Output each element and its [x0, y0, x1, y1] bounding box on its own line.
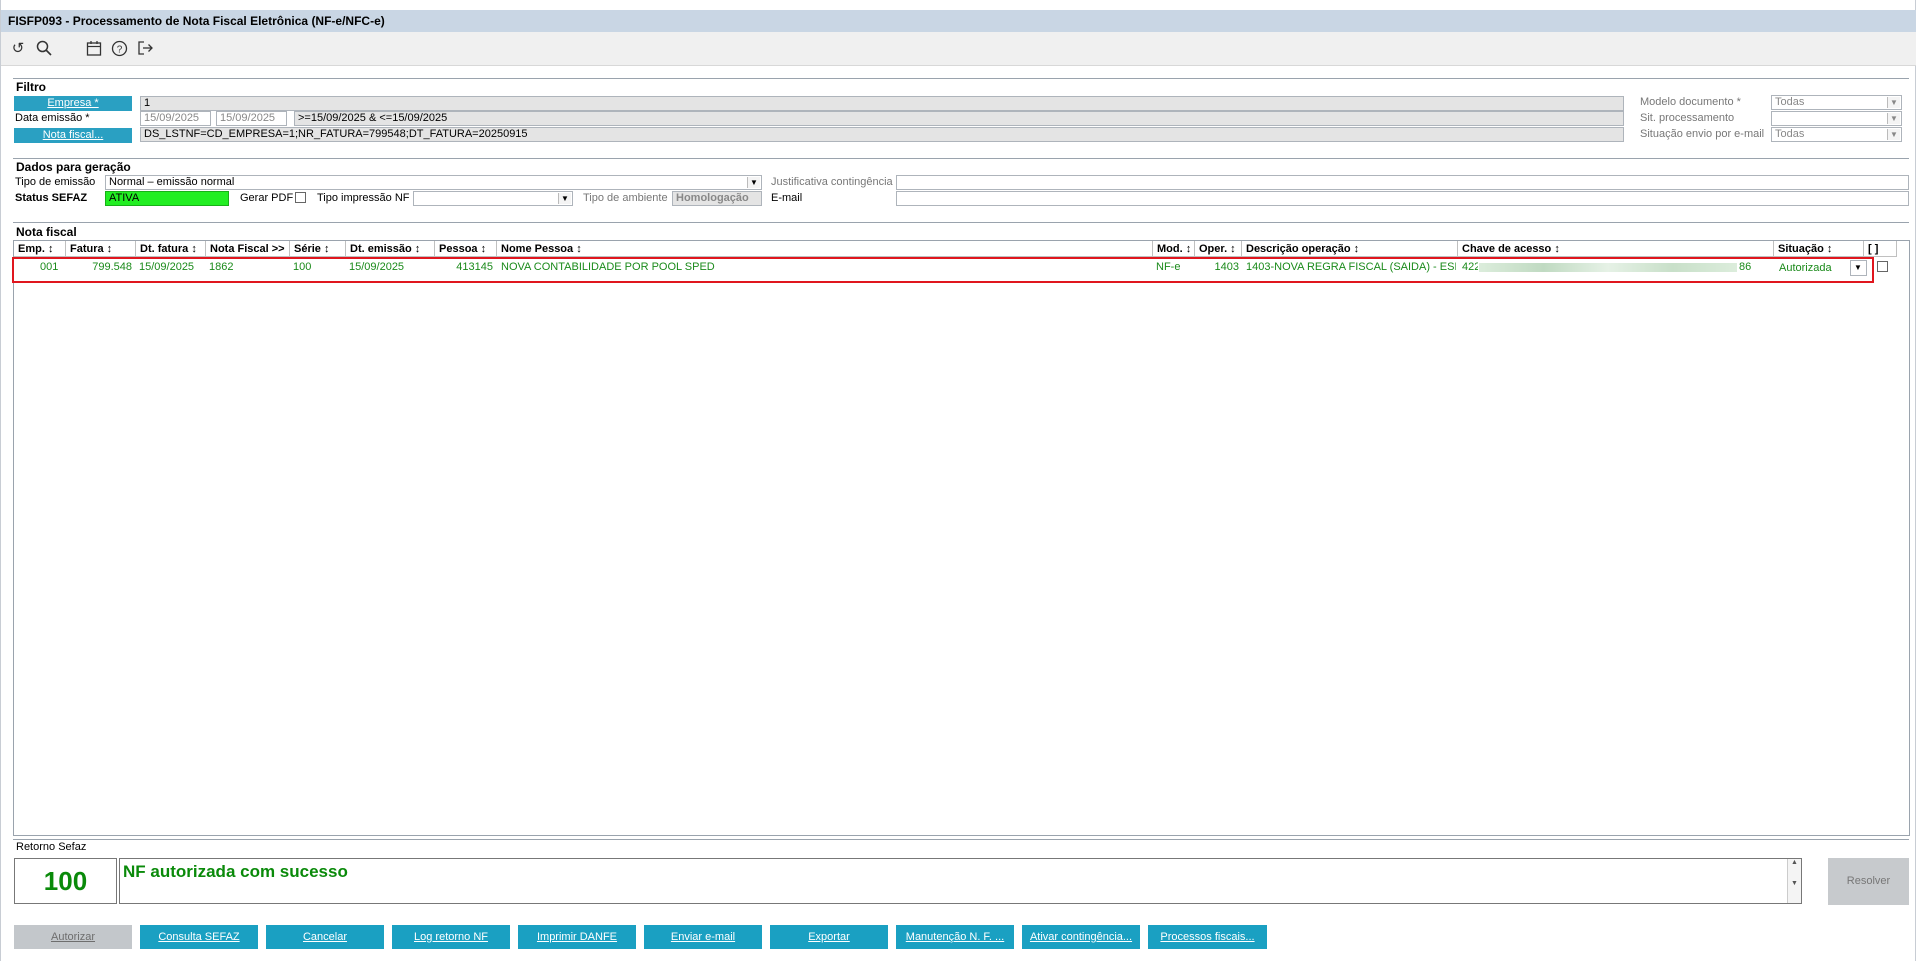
retorno-message: NF autorizada com sucesso — [123, 862, 348, 881]
column-header-select[interactable]: [ ] — [1864, 241, 1897, 257]
column-header-chave[interactable]: Chave de acesso ↕ — [1458, 241, 1774, 257]
app-window: FISFP093 - Processamento de Nota Fiscal … — [0, 0, 1916, 961]
tipo-emissao-select[interactable]: Normal – emissão normal ▼ — [105, 175, 762, 190]
geracao-divider — [13, 158, 1909, 159]
tipo-impressao-select[interactable]: ▼ — [413, 191, 573, 206]
filtro-title: Filtro — [16, 80, 46, 94]
cancelar-button[interactable]: Cancelar — [266, 925, 384, 949]
column-header-descricao[interactable]: Descrição operação ↕ — [1242, 241, 1458, 257]
filtro-divider — [13, 78, 1909, 79]
enviar-email-button[interactable]: Enviar e-mail — [644, 925, 762, 949]
gerar-pdf-label: Gerar PDF — [240, 192, 294, 204]
toolbar: ↺ ? — [1, 32, 1916, 66]
column-header-pessoa[interactable]: Pessoa ↕ — [435, 241, 497, 257]
geracao-title: Dados para geração — [16, 160, 131, 174]
data-emissao-label: Data emissão * — [15, 112, 90, 124]
column-header-nome-pessoa[interactable]: Nome Pessoa ↕ — [497, 241, 1153, 257]
sit-email-select[interactable]: Todas ▼ — [1771, 127, 1902, 142]
sit-processamento-label: Sit. processamento — [1640, 112, 1735, 124]
exportar-button[interactable]: Exportar — [770, 925, 888, 949]
column-header-dt-emissao[interactable]: Dt. emissão ↕ — [346, 241, 435, 257]
chevron-down-icon[interactable]: ▼ — [1887, 113, 1900, 124]
nota-divider — [13, 222, 1909, 223]
status-sefaz-badge: ATIVA — [105, 191, 229, 206]
ativar-contingencia-button[interactable]: Ativar contingência... — [1022, 925, 1140, 949]
modelo-documento-label: Modelo documento * — [1640, 96, 1741, 108]
processos-fiscais-button[interactable]: Processos fiscais... — [1148, 925, 1267, 949]
manutencao-nf-button[interactable]: Manutenção N. F. ... — [896, 925, 1014, 949]
retorno-code: 100 — [14, 858, 117, 904]
log-retorno-nf-button[interactable]: Log retorno NF — [392, 925, 510, 949]
retorno-divider — [13, 839, 1909, 840]
calendar-icon[interactable] — [85, 40, 103, 58]
nota-fiscal-filter-field[interactable]: DS_LSTNF=CD_EMPRESA=1;NR_FATURA=799548;D… — [140, 127, 1624, 142]
modelo-documento-select[interactable]: Todas ▼ — [1771, 95, 1902, 110]
tipo-emissao-value: Normal – emissão normal — [109, 176, 235, 188]
exit-icon[interactable] — [136, 40, 154, 58]
column-header-oper[interactable]: Oper. ↕ — [1195, 241, 1242, 257]
nota-title: Nota fiscal — [16, 225, 77, 239]
modelo-documento-value: Todas — [1775, 96, 1805, 108]
column-header-dt-fatura[interactable]: Dt. fatura ↕ — [136, 241, 206, 257]
empresa-lookup-button[interactable]: Empresa * — [14, 96, 132, 111]
status-sefaz-label: Status SEFAZ — [15, 192, 88, 204]
svg-text:?: ? — [116, 45, 122, 56]
justificativa-label: Justificativa contingência — [771, 176, 893, 188]
undo-icon[interactable]: ↺ — [9, 40, 27, 58]
retorno-title: Retorno Sefaz — [16, 841, 87, 853]
autorizar-button[interactable]: Autorizar — [14, 925, 132, 949]
data-expressao-field[interactable]: >=15/09/2025 & <=15/09/2025 — [294, 111, 1624, 126]
tipo-ambiente-label: Tipo de ambiente — [583, 192, 668, 204]
resolver-button[interactable]: Resolver — [1828, 858, 1909, 905]
chevron-down-icon[interactable]: ▼ — [558, 193, 571, 204]
sit-processamento-select[interactable]: ▼ — [1771, 111, 1902, 126]
retorno-message-box: NF autorizada com sucesso ▲ ▼ — [119, 858, 1802, 904]
column-header-serie[interactable]: Série ↕ — [290, 241, 346, 257]
nota-fiscal-lookup-button[interactable]: Nota fiscal... — [14, 128, 132, 143]
chevron-down-icon[interactable]: ▼ — [1887, 97, 1900, 108]
data-fim-field[interactable]: 15/09/2025 — [216, 111, 287, 126]
sit-email-value: Todas — [1775, 128, 1805, 140]
column-header-mod[interactable]: Mod. ↕ — [1153, 241, 1195, 257]
gerar-pdf-checkbox[interactable] — [295, 192, 306, 203]
consulta-sefaz-button[interactable]: Consulta SEFAZ — [140, 925, 258, 949]
chevron-down-icon[interactable]: ▼ — [747, 177, 760, 188]
imprimir-danfe-button[interactable]: Imprimir DANFE — [518, 925, 636, 949]
column-header-nota-fiscal[interactable]: Nota Fiscal >> — [206, 241, 290, 257]
sit-email-label: Situação envio por e-mail — [1640, 128, 1765, 140]
search-icon[interactable] — [35, 40, 53, 58]
tipo-impressao-label: Tipo impressão NF — [317, 192, 410, 204]
tipo-ambiente-field: Homologação — [672, 191, 762, 206]
justificativa-input[interactable] — [896, 175, 1909, 190]
chevron-down-icon[interactable]: ▼ — [1887, 129, 1900, 140]
selected-row-highlight — [12, 257, 1874, 283]
data-inicio-field[interactable]: 15/09/2025 — [140, 111, 211, 126]
empresa-field[interactable]: 1 — [140, 96, 1624, 111]
tipo-emissao-label: Tipo de emissão — [15, 176, 96, 188]
column-header-emp[interactable]: Emp. ↕ — [14, 241, 66, 257]
column-header-fatura[interactable]: Fatura ↕ — [66, 241, 136, 257]
nota-fiscal-grid: Emp. ↕ Fatura ↕ Dt. fatura ↕ Nota Fiscal… — [13, 240, 1910, 836]
window-title: FISFP093 - Processamento de Nota Fiscal … — [1, 10, 1916, 32]
email-label: E-mail — [771, 192, 803, 204]
help-icon[interactable]: ? — [110, 40, 128, 58]
column-header-situacao[interactable]: Situação ↕ — [1774, 241, 1864, 257]
message-scrollbar[interactable]: ▲ ▼ — [1787, 859, 1801, 903]
email-input[interactable] — [896, 191, 1909, 206]
row-select-checkbox[interactable] — [1877, 261, 1888, 272]
